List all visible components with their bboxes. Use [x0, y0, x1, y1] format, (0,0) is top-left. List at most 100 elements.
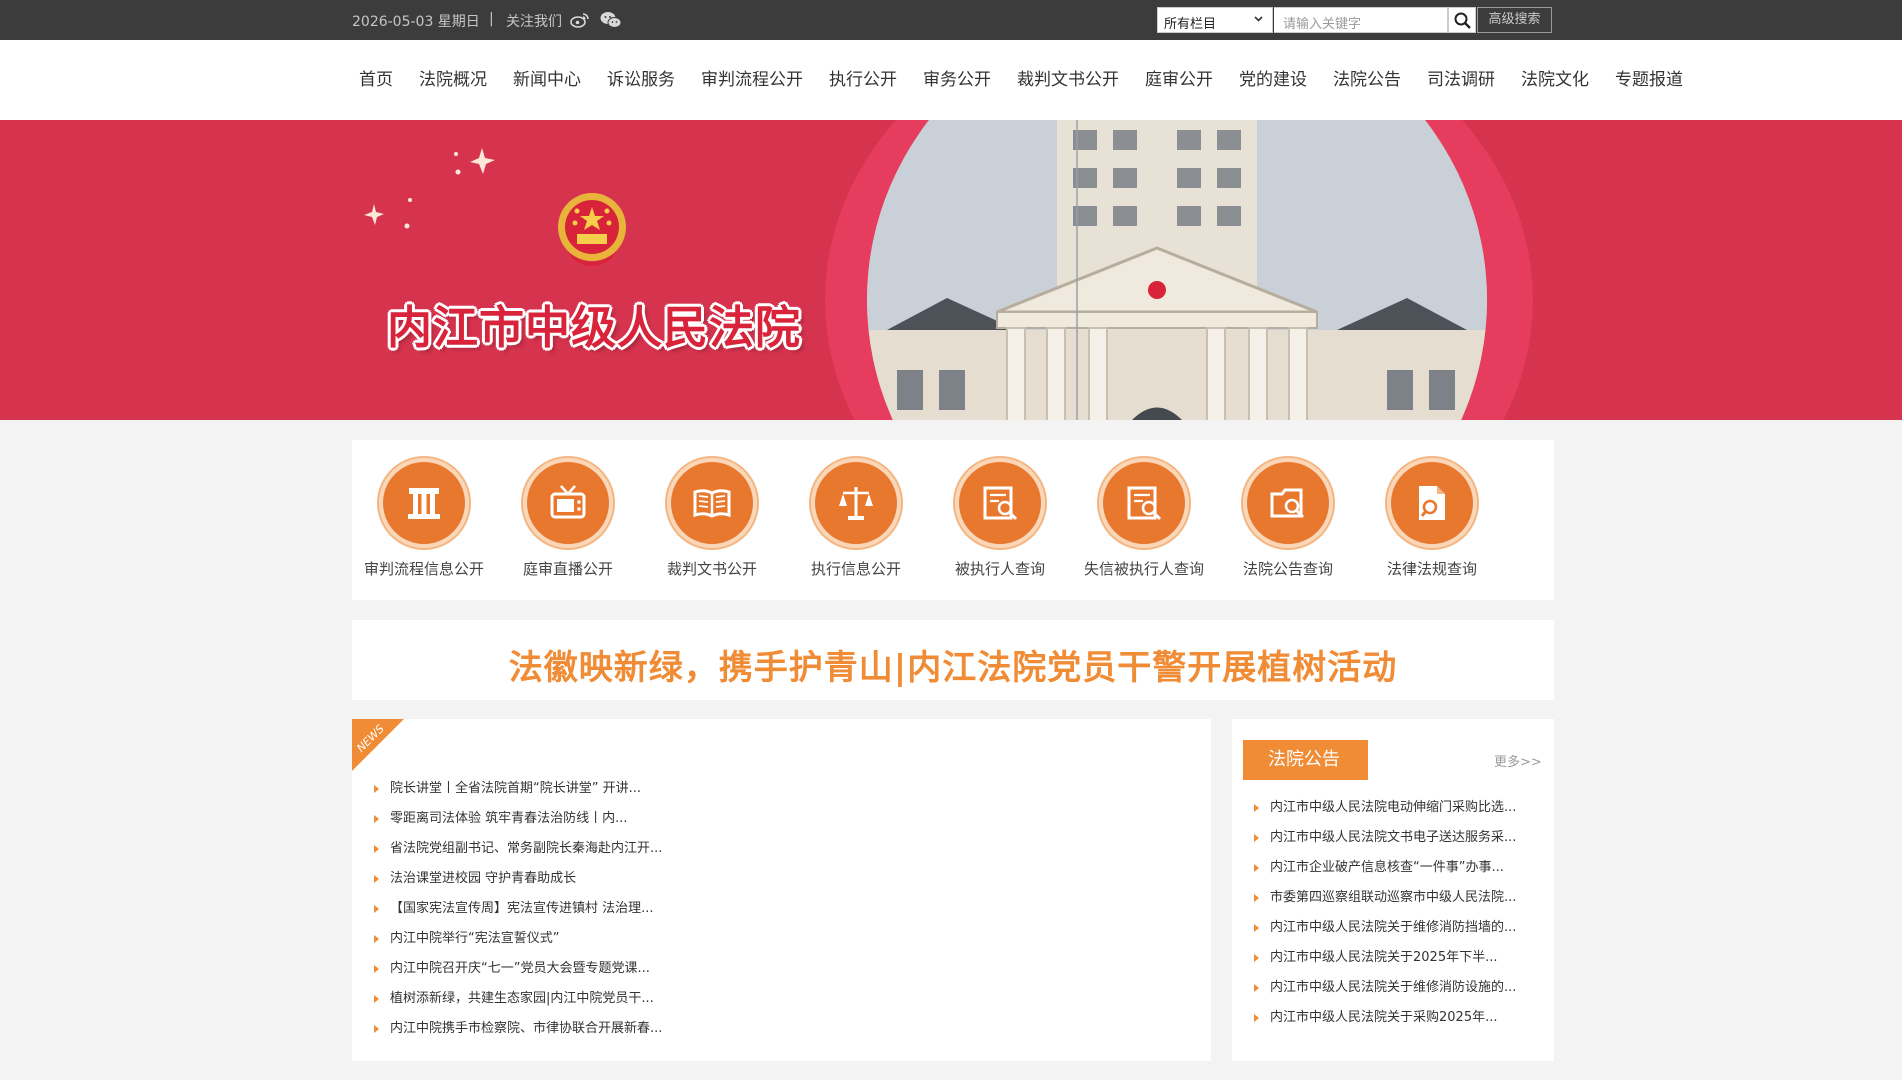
- bullet-icon: [1254, 894, 1259, 902]
- court-name: 内江市中级人民法院: [387, 301, 802, 354]
- quick-link-judgments[interactable]: 裁判文书公开: [640, 458, 784, 579]
- quick-link-executee-query[interactable]: 被执行人查询: [928, 458, 1072, 579]
- search-icon: [1454, 12, 1471, 29]
- bullet-icon: [1254, 834, 1259, 842]
- nav-item-news-center[interactable]: 新闻中心: [506, 40, 588, 120]
- bullet-icon: [1254, 954, 1259, 962]
- quick-link-circle: [1099, 458, 1189, 548]
- announcement-item[interactable]: 内江市中级人民法院关于2025年下半...: [1252, 943, 1516, 973]
- nav-item-party-building[interactable]: 党的建设: [1232, 40, 1314, 120]
- bullet-icon: [374, 815, 379, 823]
- announcement-item-title: 内江市中级人民法院关于采购2025年...: [1270, 1010, 1498, 1025]
- news-item[interactable]: 省法院党组副书记、常务副院长秦海赴内江开...: [372, 834, 662, 864]
- quick-link-circle: [667, 458, 757, 548]
- announcement-item[interactable]: 内江市中级人民法院关于维修消防挡墙的...: [1252, 913, 1516, 943]
- quick-link-label: 失信被执行人查询: [1083, 560, 1204, 578]
- search-button[interactable]: [1448, 7, 1476, 33]
- current-date: 2026-05-03 星期日: [352, 14, 480, 30]
- nav-item-court-affairs[interactable]: 审务公开: [916, 40, 998, 120]
- nav-item-culture[interactable]: 法院文化: [1514, 40, 1596, 120]
- announcements-list: 内江市中级人民法院电动伸缩门采购比选... 内江市中级人民法院文书电子送达服务采…: [1252, 793, 1516, 1033]
- announcement-item[interactable]: 内江市中级人民法院关于维修消防设施的...: [1252, 973, 1516, 1003]
- quick-link-label: 法院公告查询: [1242, 560, 1333, 578]
- more-link[interactable]: 更多>>: [1494, 751, 1542, 770]
- pillar-icon: [408, 488, 440, 519]
- quick-link-circle: [1243, 458, 1333, 548]
- news-item[interactable]: 内江中院召开庆“七一”党员大会暨专题党课...: [372, 954, 662, 984]
- quick-link-circle: [1387, 458, 1477, 548]
- bullet-icon: [374, 875, 379, 883]
- quick-links-panel: 审判流程信息公开 庭审直播公开 裁判文书公开 执行信息公开 被执行人查询 失信被…: [352, 440, 1554, 600]
- bullet-icon: [1254, 984, 1259, 992]
- news-item[interactable]: 内江中院举行“宪法宣誓仪式”: [372, 924, 662, 954]
- news-item[interactable]: 【国家宪法宣传周】宪法宣传进镇村 法治理...: [372, 894, 662, 924]
- news-item-title: 内江中院举行“宪法宣誓仪式”: [390, 931, 560, 946]
- nav-item-announcements[interactable]: 法院公告: [1326, 40, 1408, 120]
- weibo-icon[interactable]: [570, 11, 590, 29]
- quick-link-laws-query[interactable]: 法律法规查询: [1360, 458, 1504, 579]
- nav-item-enforcement[interactable]: 执行公开: [822, 40, 904, 120]
- quick-link-label: 法律法规查询: [1386, 560, 1477, 578]
- folder-search-icon: [1270, 488, 1305, 519]
- news-item[interactable]: 法治课堂进校园 守护青春助成长: [372, 864, 662, 894]
- quick-link-announcement-query[interactable]: 法院公告查询: [1216, 458, 1360, 579]
- nav-item-litigation-service[interactable]: 诉讼服务: [600, 40, 682, 120]
- top-bar: 2026-05-03 星期日 | 关注我们 所有栏目 请输入关键字 高级搜索: [0, 0, 1902, 40]
- announcement-item-title: 内江市中级人民法院关于2025年下半...: [1270, 950, 1498, 965]
- news-item[interactable]: 零距离司法体验 筑牢青春法治防线丨内...: [372, 804, 662, 834]
- news-item[interactable]: 院长讲堂丨全省法院首期“院长讲堂” 开讲...: [372, 774, 662, 804]
- stars-decoration: [364, 148, 495, 229]
- announcement-item-title: 内江市中级人民法院文书电子送达服务采...: [1270, 830, 1517, 845]
- nav-list: 首页 法院概况 新闻中心 诉讼服务 审判流程公开 执行公开 审务公开 裁判文书公…: [352, 40, 1690, 120]
- nav-item-judgments[interactable]: 裁判文书公开: [1010, 40, 1126, 120]
- wechat-icon[interactable]: [600, 11, 622, 29]
- headline-link[interactable]: 法徽映新绿，携手护青山|内江法院党员干警开展植树活动: [352, 640, 1554, 689]
- quick-link-label: 被执行人查询: [954, 560, 1045, 578]
- nav-item-home[interactable]: 首页: [352, 40, 400, 120]
- search-placeholder: 请输入关键字: [1283, 17, 1362, 32]
- news-item[interactable]: 内江中院携手市检察院、市律协联合开展新春...: [372, 1014, 662, 1044]
- chevron-down-icon: [1254, 16, 1263, 22]
- quick-link-trial-process[interactable]: 审判流程信息公开: [352, 458, 496, 579]
- news-item-title: 院长讲堂丨全省法院首期“院长讲堂” 开讲...: [390, 781, 641, 796]
- bullet-icon: [374, 935, 379, 943]
- news-tag: NEWS: [352, 719, 404, 771]
- quick-link-hearing-live[interactable]: 庭审直播公开: [496, 458, 640, 579]
- announcement-item[interactable]: 内江市中级人民法院电动伸缩门采购比选...: [1252, 793, 1516, 823]
- nav-item-special-reports[interactable]: 专题报道: [1608, 40, 1690, 120]
- news-item[interactable]: 植树添新绿，共建生态家园|内江中院党员干...: [372, 984, 662, 1014]
- document-search-icon: [1127, 486, 1162, 521]
- bullet-icon: [374, 965, 379, 973]
- nav-item-trial-process[interactable]: 审判流程公开: [694, 40, 810, 120]
- court-emblem-icon: [558, 193, 626, 266]
- bullet-icon: [374, 1025, 379, 1033]
- announcements-title[interactable]: 法院公告: [1243, 740, 1368, 780]
- book-icon: [693, 489, 731, 518]
- news-panel: NEWS 院长讲堂丨全省法院首期“院长讲堂” 开讲... 零距离司法体验 筑牢青…: [352, 719, 1211, 1061]
- news-item-title: 零距离司法体验 筑牢青春法治防线丨内...: [390, 811, 628, 826]
- announcements-panel: 法院公告 更多>> 内江市中级人民法院电动伸缩门采购比选... 内江市中级人民法…: [1232, 719, 1554, 1061]
- announcement-item[interactable]: 市委第四巡察组联动巡察市中级人民法院...: [1252, 883, 1516, 913]
- announcement-item[interactable]: 内江市中级人民法院关于采购2025年...: [1252, 1003, 1516, 1033]
- search-input[interactable]: 请输入关键字: [1274, 7, 1448, 33]
- column-select[interactable]: 所有栏目: [1157, 7, 1273, 33]
- announcement-item[interactable]: 内江市中级人民法院文书电子送达服务采...: [1252, 823, 1516, 853]
- document-search-icon: [983, 486, 1018, 521]
- quick-link-enforcement-info[interactable]: 执行信息公开: [784, 458, 928, 579]
- news-item-title: 【国家宪法宣传周】宪法宣传进镇村 法治理...: [390, 901, 654, 916]
- quick-link-circle: [955, 458, 1045, 548]
- column-select-value: 所有栏目: [1164, 17, 1217, 32]
- news-item-title: 内江中院携手市检察院、市律协联合开展新春...: [390, 1021, 663, 1036]
- quick-link-dishonest-executee-query[interactable]: 失信被执行人查询: [1072, 458, 1216, 579]
- nav-item-court-overview[interactable]: 法院概况: [412, 40, 494, 120]
- news-item-title: 植树添新绿，共建生态家园|内江中院党员干...: [390, 991, 654, 1006]
- quick-link-label: 庭审直播公开: [522, 560, 613, 578]
- nav-item-hearings[interactable]: 庭审公开: [1138, 40, 1220, 120]
- advanced-search-button[interactable]: 高级搜索: [1477, 7, 1552, 33]
- tv-icon: [550, 485, 586, 519]
- bullet-icon: [1254, 924, 1259, 932]
- nav-item-research[interactable]: 司法调研: [1420, 40, 1502, 120]
- news-item-title: 法治课堂进校园 守护青春助成长: [390, 871, 577, 886]
- announcement-item[interactable]: 内江市企业破产信息核查“一件事”办事...: [1252, 853, 1516, 883]
- headline-bar: 法徽映新绿，携手护青山|内江法院党员干警开展植树活动: [352, 620, 1554, 700]
